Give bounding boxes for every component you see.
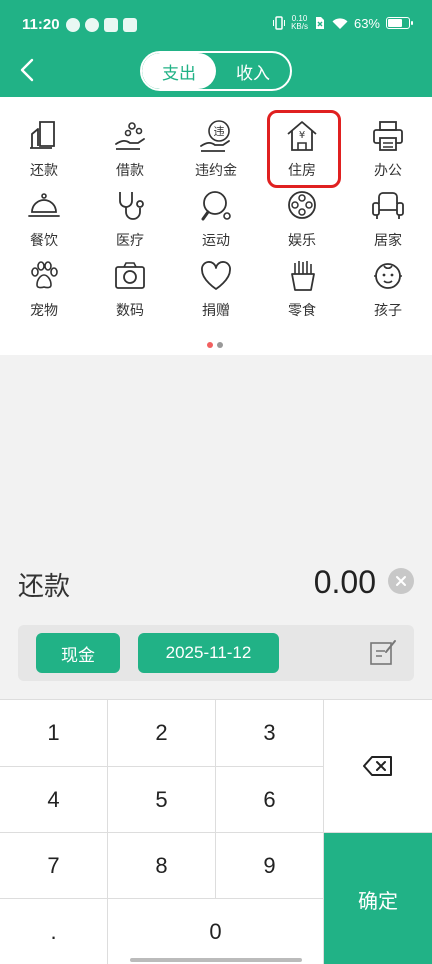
key-7[interactable]: 7 [0,833,108,899]
category-pets[interactable]: 宠物 [9,256,79,326]
back-button[interactable] [12,55,42,85]
confirm-button[interactable]: 确定 [324,833,432,964]
keypad: 1 2 3 4 5 6 7 8 9 . 0 确定 [0,699,432,964]
backspace-icon [363,756,392,776]
paw-icon [31,261,58,289]
category-label: 孩子 [374,303,402,319]
network-speed-unit: KB/s [291,22,308,31]
clear-amount-button[interactable] [388,568,414,594]
armchair-icon [372,192,404,219]
key-8[interactable]: 8 [108,833,216,899]
printer-icon [373,121,403,151]
svg-text:违: 违 [214,125,225,138]
vibrate-icon [273,16,286,30]
sync-icon [66,18,80,32]
category-label: 餐饮 [30,233,58,249]
options-bar: 现金 2025-11-12 [18,625,414,681]
ping-pong-icon [201,191,231,221]
category-entertainment[interactable]: 娱乐 [267,186,337,256]
tab-income[interactable]: 收入 [216,53,290,89]
status-time: 11:20 [22,16,60,33]
key-4[interactable]: 4 [0,767,108,833]
battery-percent: 63% [353,15,380,31]
date-chip[interactable]: 2025-11-12 [138,633,279,673]
chevron-left-icon [20,58,34,82]
category-label: 零食 [288,303,316,319]
borrow-icon [115,122,145,150]
key-6[interactable]: 6 [216,767,324,833]
category-label: 医疗 [116,233,144,249]
photo-notification-icon [104,18,118,32]
page-dot [217,342,223,348]
backspace-key[interactable] [324,700,432,833]
category-label: 还款 [30,163,58,179]
category-label: 娱乐 [288,233,316,249]
key-9[interactable]: 9 [216,833,324,899]
amount-display: 0.00 [313,564,376,600]
category-label: 违约金 [195,163,237,179]
category-label: 运动 [202,233,230,249]
network-speed: 0.10 KB/s [291,15,308,31]
film-reel-icon [288,191,316,219]
battery-icon [386,17,413,29]
category-repay[interactable]: 还款 [9,116,79,186]
category-kids[interactable]: 孩子 [353,256,423,326]
key-3[interactable]: 3 [216,700,324,767]
app-notification-icon [85,18,99,32]
category-sports[interactable]: 运动 [181,186,251,256]
key-5[interactable]: 5 [108,767,216,833]
category-label: 宠物 [30,303,58,319]
heart-icon [201,261,231,290]
home-indicator [130,958,302,962]
category-label: 数码 [116,303,144,319]
category-donation[interactable]: 捐赠 [181,256,251,326]
penalty-icon: 违 [200,120,230,152]
key-decimal[interactable]: . [0,899,108,964]
status-bar: 11:20 0.10 KB/s 63% [0,0,432,50]
fries-icon [291,261,315,291]
tab-expense[interactable]: 支出 [142,53,216,89]
dining-icon [28,193,60,217]
category-borrow[interactable]: 借款 [95,116,165,186]
page-dot-active [207,342,213,348]
account-chip[interactable]: 现金 [36,633,120,673]
category-home[interactable]: 居家 [353,186,423,256]
notification-icons [66,18,137,32]
page-indicator [207,342,223,348]
key-1[interactable]: 1 [0,700,108,767]
category-medical[interactable]: 医疗 [95,186,165,256]
key-0[interactable]: 0 [108,899,324,964]
highlight-box [267,110,341,188]
category-label: 捐赠 [202,303,230,319]
category-dining[interactable]: 餐饮 [9,186,79,256]
no-sim-icon [315,17,324,29]
close-icon [396,576,406,586]
mail-notification-icon [123,18,137,32]
status-right: 0.10 KB/s 63% [273,15,413,31]
stethoscope-icon [119,192,144,220]
category-label: 办公 [374,163,402,179]
category-snacks[interactable]: 零食 [267,256,337,326]
camera-icon [115,262,145,289]
repay-icon [30,121,55,149]
baby-icon [374,263,402,289]
category-digital[interactable]: 数码 [95,256,165,326]
note-edit-icon[interactable] [368,637,398,667]
category-label: 居家 [374,233,402,249]
key-2[interactable]: 2 [108,700,216,767]
category-label: 借款 [116,163,144,179]
category-penalty[interactable]: 违 违约金 [181,116,251,186]
type-toggle: 支出 收入 [140,51,292,91]
selected-category-label: 还款 [18,572,71,602]
top-bar: 11:20 0.10 KB/s 63% 支出 收入 [0,0,432,97]
category-office[interactable]: 办公 [353,116,423,186]
wifi-icon [332,17,348,29]
